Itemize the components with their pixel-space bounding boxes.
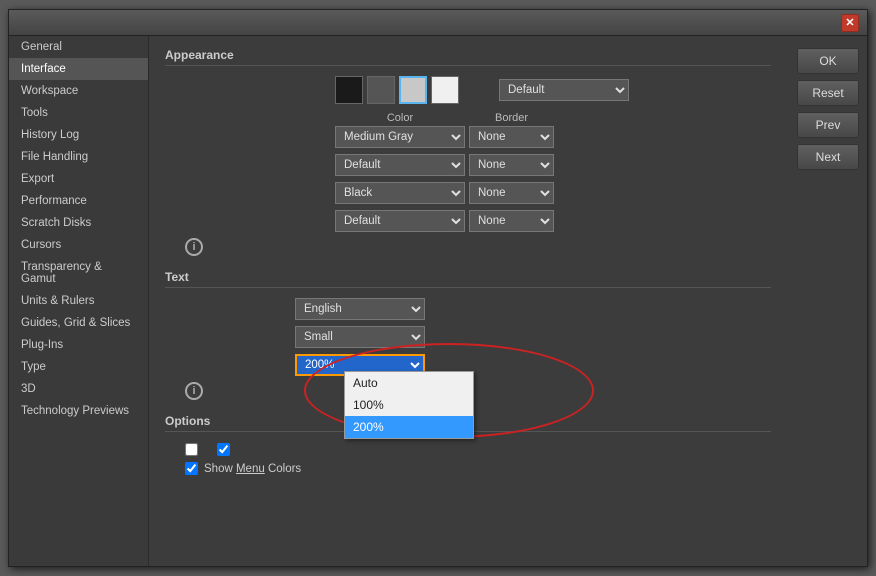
full-screen-menus-border[interactable]: None: [469, 154, 554, 176]
highlight-color-select[interactable]: Default Blue Red: [499, 79, 629, 101]
sidebar-item-performance[interactable]: Performance: [9, 190, 148, 212]
artboards-row: DefaultBlack None: [165, 210, 771, 232]
standard-screen-row: Medium GrayDefaultBlack NoneDrop Shadow: [165, 126, 771, 148]
full-screen-menus-select[interactable]: DefaultBlackWhite: [335, 154, 465, 176]
full-screen-row: BlackDefaultWhite None: [165, 182, 771, 204]
text-title: Text: [165, 270, 771, 288]
show-channels-row: [165, 442, 771, 456]
appearance-section: Appearance Default Blue Red: [165, 48, 771, 256]
sidebar-item-file-handling[interactable]: File Handling: [9, 146, 148, 168]
close-button[interactable]: ✕: [841, 14, 859, 32]
full-screen-menus-row: DefaultBlackWhite None: [165, 154, 771, 176]
content-area: GeneralInterfaceWorkspaceToolsHistory Lo…: [9, 36, 867, 566]
sidebar-item-export[interactable]: Export: [9, 168, 148, 190]
artboard-info-row: i: [165, 238, 771, 256]
show-channels-checkbox[interactable]: [185, 443, 198, 456]
dropdown-item-100[interactable]: 100%: [345, 394, 473, 416]
color-theme-row: Default Blue Red: [165, 76, 771, 104]
reset-button[interactable]: Reset: [797, 80, 859, 106]
prev-button[interactable]: Prev: [797, 112, 859, 138]
info-icon: i: [185, 238, 203, 256]
main-area: Appearance Default Blue Red: [149, 36, 787, 566]
artboards-border[interactable]: None: [469, 210, 554, 232]
scaling-info-icon: i: [185, 382, 203, 400]
ui-language-select[interactable]: EnglishDeutsch: [295, 298, 425, 320]
dropdown-item-200[interactable]: 200%: [345, 416, 473, 438]
sidebar-item-general[interactable]: General: [9, 36, 148, 58]
col-headers: Color Border: [165, 112, 771, 124]
full-screen-select[interactable]: BlackDefaultWhite: [335, 182, 465, 204]
scaling-dropdown[interactable]: Auto 100% 200%: [344, 371, 474, 439]
ok-button[interactable]: OK: [797, 48, 859, 74]
ui-font-size-select[interactable]: SmallMediumLarge: [295, 326, 425, 348]
artboards-select[interactable]: DefaultBlack: [335, 210, 465, 232]
sidebar-item-3d[interactable]: 3D: [9, 378, 148, 400]
next-button[interactable]: Next: [797, 144, 859, 170]
sidebar-item-scratch-disks[interactable]: Scratch Disks: [9, 212, 148, 234]
swatch-white[interactable]: [431, 76, 459, 104]
sidebar: GeneralInterfaceWorkspaceToolsHistory Lo…: [9, 36, 149, 566]
sidebar-item-type[interactable]: Type: [9, 356, 148, 378]
col-border-header: Border: [469, 112, 554, 124]
sidebar-item-interface[interactable]: Interface: [9, 58, 148, 80]
preferences-window: ✕ GeneralInterfaceWorkspaceToolsHistory …: [8, 9, 868, 567]
sidebar-item-technology-previews[interactable]: Technology Previews: [9, 400, 148, 422]
standard-screen-select[interactable]: Medium GrayDefaultBlack: [335, 126, 465, 148]
sidebar-item-tools[interactable]: Tools: [9, 102, 148, 124]
show-menu-colors-checkbox[interactable]: [185, 462, 198, 475]
sidebar-item-workspace[interactable]: Workspace: [9, 80, 148, 102]
swatch-black[interactable]: [335, 76, 363, 104]
swatch-lightgray[interactable]: [399, 76, 427, 104]
right-buttons: OK Reset Prev Next: [787, 36, 867, 566]
sidebar-item-transparency---gamut[interactable]: Transparency & Gamut: [9, 256, 148, 290]
standard-border-select[interactable]: NoneDrop Shadow: [469, 126, 554, 148]
swatch-darkgray[interactable]: [367, 76, 395, 104]
ui-font-size-row: SmallMediumLarge: [165, 326, 771, 348]
dynamic-sliders-checkbox[interactable]: [217, 443, 230, 456]
dropdown-item-auto[interactable]: Auto: [345, 372, 473, 394]
sidebar-item-plug-ins[interactable]: Plug-Ins: [9, 334, 148, 356]
show-menu-colors-row: Show Menu Colors: [165, 462, 771, 475]
title-bar: ✕: [9, 10, 867, 36]
sidebar-item-guides--grid---slices[interactable]: Guides, Grid & Slices: [9, 312, 148, 334]
col-color-header: Color: [335, 112, 465, 124]
ui-language-row: EnglishDeutsch: [165, 298, 771, 320]
appearance-title: Appearance: [165, 48, 771, 66]
dropdown-list: Auto 100% 200%: [344, 371, 474, 439]
sidebar-item-history-log[interactable]: History Log: [9, 124, 148, 146]
show-menu-colors-label: Show Menu Colors: [204, 463, 301, 475]
full-screen-border[interactable]: None: [469, 182, 554, 204]
sidebar-item-cursors[interactable]: Cursors: [9, 234, 148, 256]
sidebar-item-units---rulers[interactable]: Units & Rulers: [9, 290, 148, 312]
